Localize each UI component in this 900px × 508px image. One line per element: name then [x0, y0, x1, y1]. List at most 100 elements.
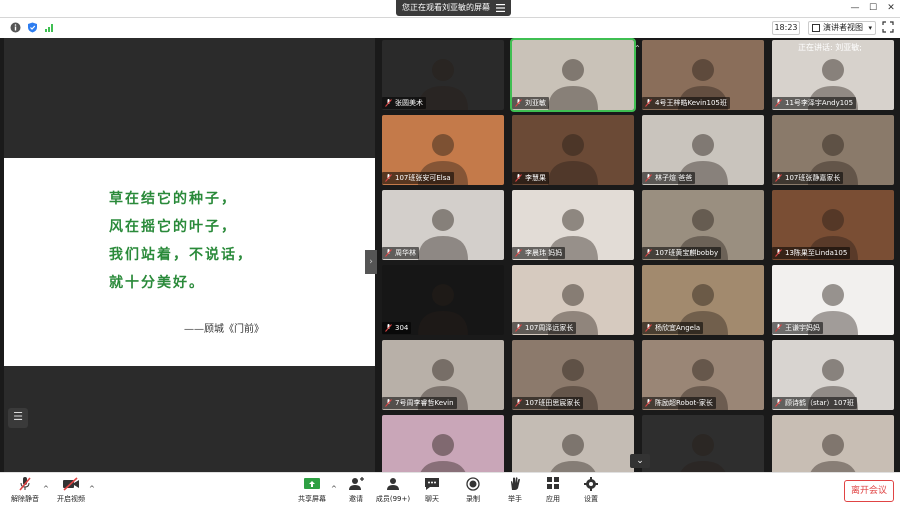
chevron-down-icon: ▾ — [868, 24, 872, 32]
apps-button[interactable]: 应用 — [532, 476, 574, 508]
participant-name: 107班张静嘉家长 — [772, 172, 844, 184]
video-feed — [550, 434, 596, 472]
start-video-button[interactable]: 开启视频 — [50, 476, 92, 508]
shield-icon[interactable] — [27, 22, 38, 33]
raise-hand-button[interactable]: 举手 — [494, 476, 536, 508]
screen-share-notice[interactable]: 您正在观看刘亚敏的屏幕 — [396, 0, 511, 16]
participant-name-text: 顾诗鹤（star）107班 — [785, 399, 854, 407]
share-screen-label: 共享屏幕 — [298, 495, 326, 503]
participant-tile[interactable]: 13陈果至Linda105 — [772, 190, 894, 260]
participant-tile[interactable]: 107班黄宝麒bobby — [642, 190, 764, 260]
record-button[interactable]: 录制 — [452, 476, 494, 508]
add-person-icon — [349, 477, 364, 490]
participant-tile[interactable]: 杨欣宜Angela — [642, 265, 764, 335]
chat-button[interactable]: 聊天 — [411, 476, 453, 508]
mic-muted-icon — [19, 477, 31, 491]
speaking-now-label: 正在讲话: 刘亚敏; — [798, 43, 862, 52]
participant-name-text: 7号周李睿哲Kevin — [395, 399, 454, 407]
participant-name: 周华林 — [382, 247, 419, 259]
participant-name-text: 304 — [395, 324, 409, 332]
minimize-button[interactable]: — — [848, 2, 862, 14]
screen-notice-label: 您正在观看刘亚敏的屏幕 — [402, 3, 490, 12]
share-screen-icon — [304, 478, 320, 489]
fullscreen-icon[interactable] — [882, 21, 894, 33]
audio-options-caret[interactable]: ^ — [43, 485, 49, 493]
participant-name: 7号周李睿哲Kevin — [382, 397, 457, 409]
participant-name: 107周泽远家长 — [512, 322, 577, 334]
apps-label: 应用 — [546, 495, 560, 503]
invite-label: 邀请 — [349, 495, 363, 503]
invite-button[interactable]: 邀请 — [335, 476, 377, 508]
list-icon[interactable]: ☰ — [8, 408, 28, 428]
signal-icon[interactable] — [44, 22, 55, 33]
collapse-gallery-button[interactable]: › — [365, 250, 377, 274]
participant-tile[interactable]: 王谦宇妈妈 — [772, 265, 894, 335]
participants-icon — [387, 478, 399, 490]
poem-line-4: 就十分美好。 — [109, 275, 205, 291]
participant-tile[interactable] — [512, 415, 634, 472]
maximize-button[interactable]: ☐ — [866, 2, 880, 14]
mic-muted-icon — [515, 174, 522, 182]
participant-name: 张圆美术 — [382, 97, 426, 109]
unmute-button[interactable]: 解除静音 — [4, 476, 46, 508]
participant-tile[interactable]: 张圆美术 — [382, 40, 504, 110]
participant-name: 107班张安可Elsa — [382, 172, 454, 184]
mic-muted-icon — [775, 324, 782, 332]
hamburger-icon[interactable] — [496, 4, 505, 12]
participant-name-text: 刘亚敏 — [525, 99, 546, 107]
mic-muted-icon — [645, 249, 652, 257]
apps-icon — [547, 477, 559, 489]
settings-button[interactable]: 设置 — [570, 476, 612, 508]
video-options-caret[interactable]: ^ — [89, 485, 95, 493]
mic-muted-icon — [645, 324, 652, 332]
mic-muted-icon — [515, 99, 522, 107]
participant-name-text: 4号王梓皓Kevin105班 — [655, 99, 727, 107]
participant-tile[interactable] — [642, 415, 764, 472]
share-screen-button[interactable]: 共享屏幕 — [291, 476, 333, 508]
participant-tile[interactable]: 304 — [382, 265, 504, 335]
participant-tile[interactable]: 陈励超Robot-家长 — [642, 340, 764, 410]
meeting-controls-bar: 解除静音 ^ 开启视频 ^ 共享屏幕 ^ 邀请 成员(99+) 聊天 录制 举手… — [0, 472, 900, 508]
participant-name-text: 李晨玮 妈妈 — [525, 249, 563, 257]
participant-tile[interactable]: 李慧果 — [512, 115, 634, 185]
participant-name: 107班黄宝麒bobby — [642, 247, 722, 259]
leave-meeting-button[interactable]: 离开会议 — [844, 480, 894, 502]
participant-tile[interactable]: 107班张静嘉家长 — [772, 115, 894, 185]
participant-tile[interactable]: 107班张安可Elsa — [382, 115, 504, 185]
participant-tile[interactable]: 刘亚敏 — [510, 38, 636, 112]
mic-muted-icon — [775, 399, 782, 407]
participant-name-text: 周华林 — [395, 249, 416, 257]
participants-label: 成员(99+) — [375, 495, 411, 503]
participant-tile[interactable]: 周华林 — [382, 190, 504, 260]
scroll-down-button[interactable]: ⌄ — [630, 454, 650, 468]
chat-icon — [425, 478, 439, 490]
view-mode-dropdown[interactable]: 演讲者视图 ▾ — [808, 21, 876, 35]
poem-author: ——顾城《门前》 — [184, 324, 264, 335]
participant-name: 4号王梓皓Kevin105班 — [642, 97, 730, 109]
participant-tile[interactable] — [772, 415, 894, 472]
poem-line-1: 草在结它的种子， — [109, 191, 237, 207]
gear-icon — [584, 477, 598, 491]
participant-tile[interactable]: 李晨玮 妈妈 — [512, 190, 634, 260]
mic-muted-icon — [775, 99, 782, 107]
participant-tile[interactable]: 林子煊 爸爸 — [642, 115, 764, 185]
participant-tile[interactable]: 107班田思宸家长 — [512, 340, 634, 410]
chat-label: 聊天 — [425, 495, 439, 503]
close-button[interactable]: ✕ — [884, 2, 898, 14]
video-feed — [680, 434, 726, 472]
participant-tile[interactable]: 顾诗鹤（star）107班 — [772, 340, 894, 410]
participants-button[interactable]: 成员(99+) — [372, 476, 414, 508]
chevron-up-icon[interactable]: ⌃ — [634, 44, 641, 53]
mic-muted-icon — [515, 399, 522, 407]
view-mode-label: 演讲者视图 — [823, 23, 863, 32]
mic-muted-icon — [645, 174, 652, 182]
participant-tile[interactable]: 4号王梓皓Kevin105班 — [642, 40, 764, 110]
mic-muted-icon — [775, 249, 782, 257]
participant-name: 杨欣宜Angela — [642, 322, 704, 334]
participant-tile[interactable]: 107周泽远家长 — [512, 265, 634, 335]
info-icon[interactable] — [10, 22, 21, 33]
participant-tile[interactable] — [382, 415, 504, 472]
participant-name: 11号李泽宇Andy105 — [772, 97, 857, 109]
participant-name-text: 林子煊 爸爸 — [655, 174, 693, 182]
participant-tile[interactable]: 7号周李睿哲Kevin — [382, 340, 504, 410]
